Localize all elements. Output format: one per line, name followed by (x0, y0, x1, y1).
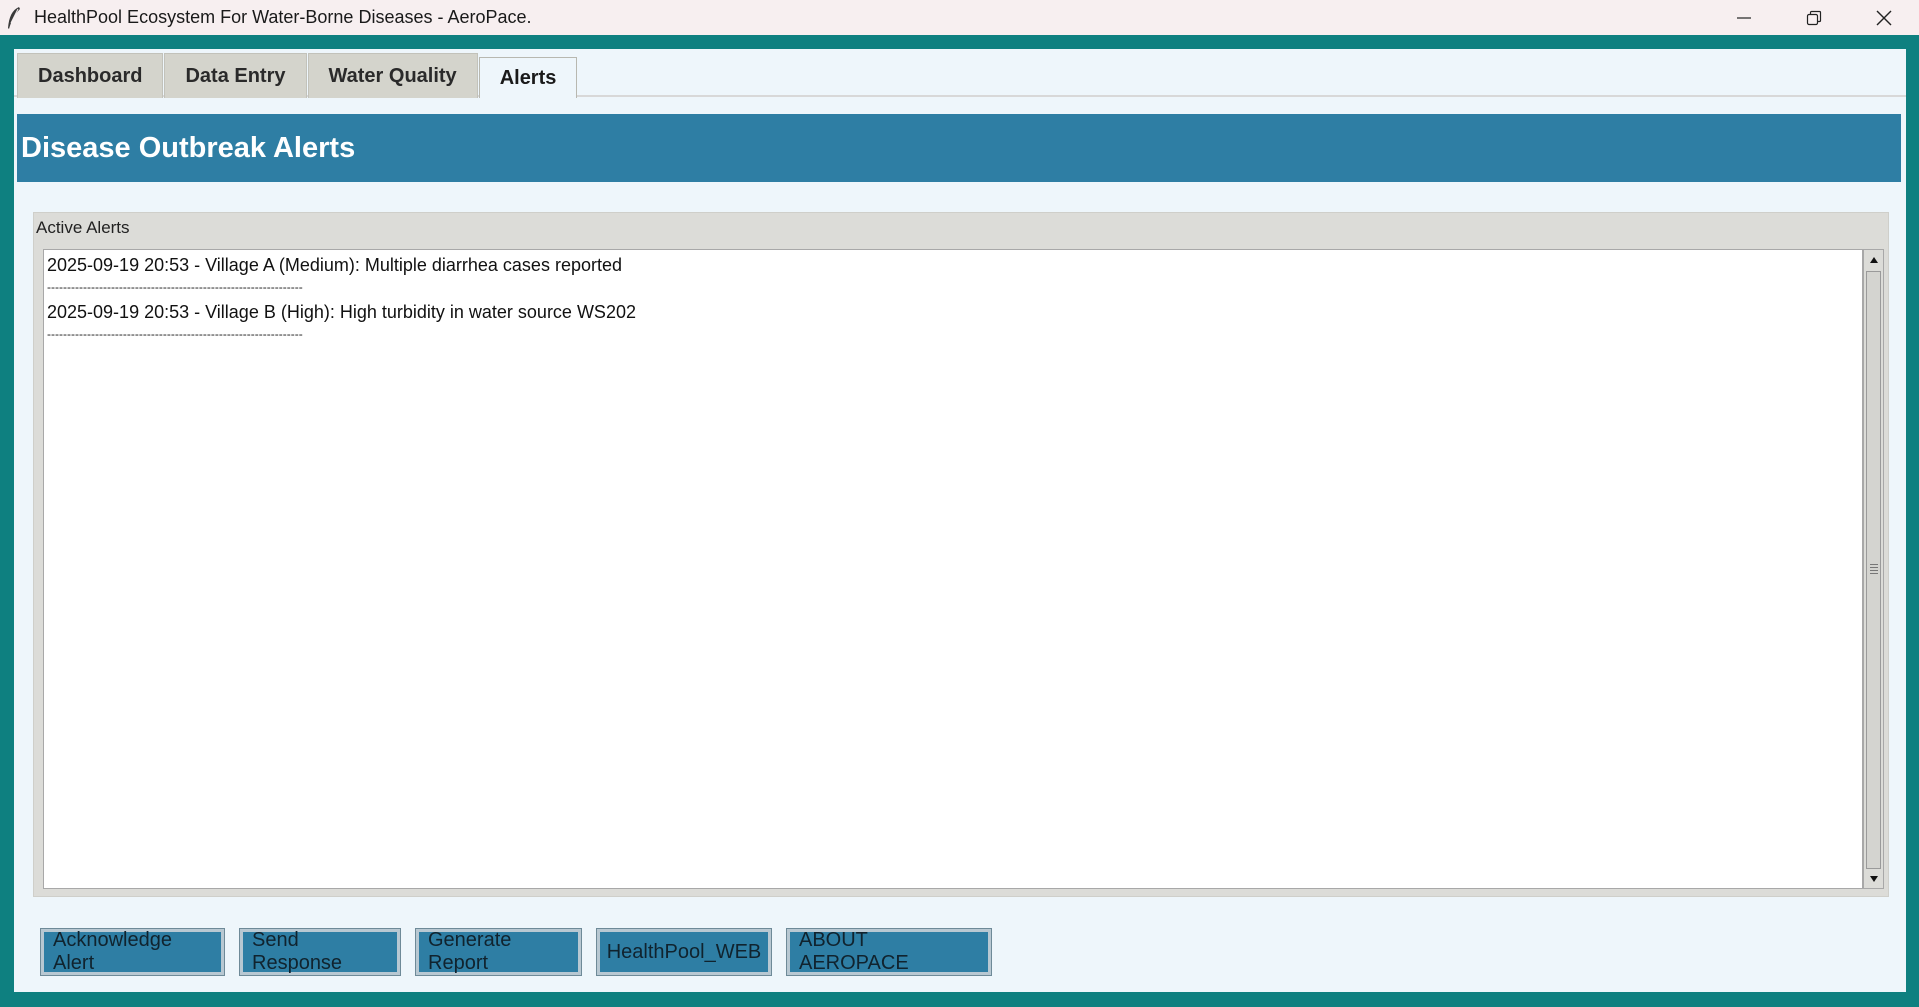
main-window: Dashboard Data Entry Water Quality Alert… (14, 49, 1906, 992)
tab-bar: Dashboard Data Entry Water Quality Alert… (17, 51, 578, 98)
restore-icon (1806, 10, 1822, 25)
tab-dashboard[interactable]: Dashboard (17, 53, 164, 98)
window-controls (1709, 0, 1919, 35)
generate-report-button[interactable]: Generate Report (415, 928, 582, 976)
grip-line (1870, 567, 1878, 568)
minimize-icon (1737, 16, 1751, 19)
send-response-button[interactable]: Send Response (239, 928, 401, 976)
alerts-text-area[interactable]: 2025-09-19 20:53 - Village A (Medium): M… (43, 249, 1863, 889)
page-title: Disease Outbreak Alerts (21, 131, 356, 164)
tab-data-entry[interactable]: Data Entry (164, 53, 307, 98)
close-button[interactable] (1849, 0, 1919, 35)
grip-line (1870, 570, 1878, 571)
alert-separator: ----------------------------------------… (47, 280, 303, 294)
arrow-up-icon (1869, 257, 1878, 263)
close-icon (1876, 10, 1892, 25)
healthpool-web-button[interactable]: HealthPool_WEB (596, 928, 772, 976)
active-alerts-group: Active Alerts 2025-09-19 20:53 - Village… (33, 212, 1889, 897)
feather-icon (6, 5, 24, 31)
minimize-button[interactable] (1709, 0, 1779, 35)
alert-entry: 2025-09-19 20:53 - Village A (Medium): M… (47, 255, 622, 275)
page-header: Disease Outbreak Alerts (17, 114, 1901, 182)
scroll-up-button[interactable] (1864, 250, 1883, 270)
restore-button[interactable] (1779, 0, 1849, 35)
arrow-down-icon (1869, 876, 1878, 882)
acknowledge-alert-button[interactable]: Acknowledge Alert (40, 928, 225, 976)
tab-water-quality[interactable]: Water Quality (307, 53, 478, 98)
grip-line (1870, 564, 1878, 565)
grip-line (1870, 573, 1878, 574)
title-bar: HealthPool Ecosystem For Water-Borne Dis… (0, 0, 1919, 35)
alert-separator: ----------------------------------------… (47, 327, 303, 341)
active-alerts-label: Active Alerts (36, 218, 130, 237)
alert-entry: 2025-09-19 20:53 - Village B (High): Hig… (47, 302, 636, 322)
scroll-down-button[interactable] (1864, 869, 1883, 889)
about-aeropace-button[interactable]: ABOUT AEROPACE (786, 928, 992, 976)
vertical-scrollbar[interactable] (1863, 249, 1884, 889)
window-title: HealthPool Ecosystem For Water-Borne Dis… (34, 7, 532, 27)
tab-alerts[interactable]: Alerts (478, 57, 578, 98)
action-buttons: Acknowledge Alert Send Response Generate… (40, 928, 992, 976)
scrollbar-thumb[interactable] (1866, 271, 1881, 869)
